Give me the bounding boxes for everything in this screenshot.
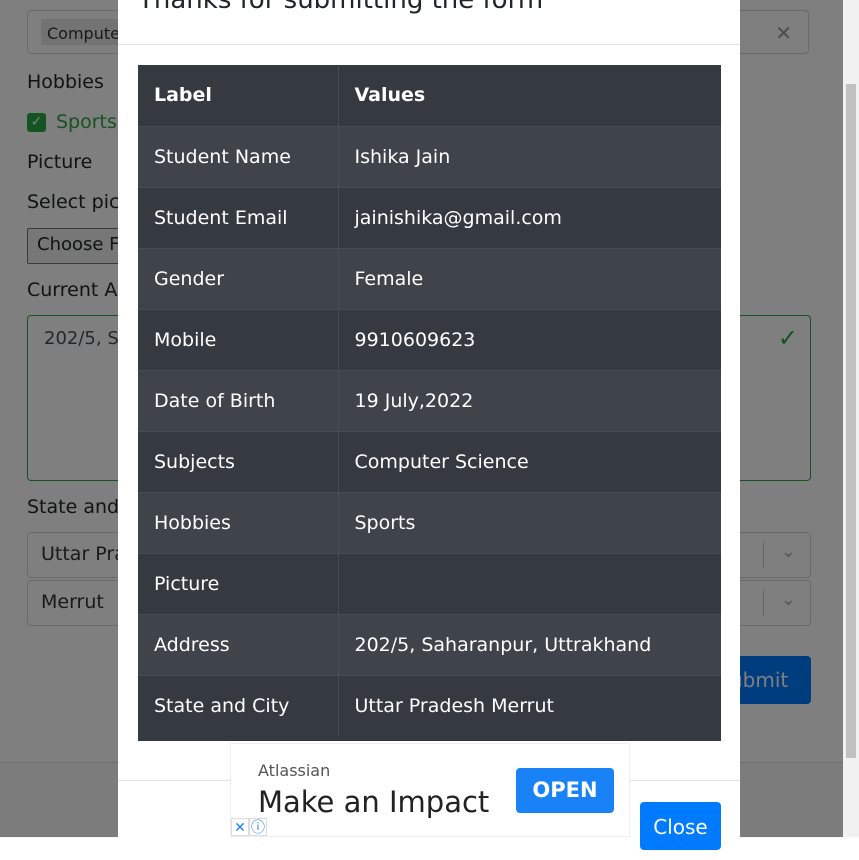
modal-title: Thanks for submitting the form [138,0,544,15]
results-table-container[interactable]: Label Values Student Name Ishika Jain St… [138,65,721,741]
row-label: Picture [138,552,339,614]
row-label: Student Name [138,125,339,187]
row-label: State and City [138,674,339,736]
header-label: Label [138,65,339,126]
table-row: Student Email jainishika@gmail.com [138,186,721,248]
modal-header-divider [118,44,740,45]
close-button[interactable]: Close [640,802,721,850]
row-label: Gender [138,247,339,309]
row-label: Address [138,613,339,675]
row-value: 202/5, Saharanpur, Uttrakhand [338,613,721,675]
row-value [338,552,721,614]
page-scrollbar[interactable] [843,0,859,837]
table-row: Hobbies Sports [138,491,721,553]
scrollbar-thumb[interactable] [846,84,856,758]
ad-banner[interactable]: Atlassian Make an Impact OPEN ✕ ⓘ [230,743,630,837]
ad-close-icon[interactable]: ✕ [231,818,249,836]
table-row: State and City Uttar Pradesh Merrut [138,674,721,736]
row-label: Date of Birth [138,369,339,431]
table-row: Address 202/5, Saharanpur, Uttrakhand [138,613,721,675]
table-row: Mobile 9910609623 [138,308,721,370]
row-value: jainishika@gmail.com [338,186,721,248]
row-label: Hobbies [138,491,339,553]
table-row: Subjects Computer Science [138,430,721,492]
ad-info-icon[interactable]: ⓘ [249,818,267,836]
table-header-row: Label Values [138,65,721,126]
ad-controls: ✕ ⓘ [231,818,267,838]
row-label: Subjects [138,430,339,492]
row-value: Ishika Jain [338,125,721,187]
ad-brand: Atlassian [258,761,331,780]
table-row: Picture [138,552,721,614]
row-label: Student Email [138,186,339,248]
row-value: Sports [338,491,721,553]
row-value: Computer Science [338,430,721,492]
ad-headline: Make an Impact [258,785,490,819]
results-table: Label Values Student Name Ishika Jain St… [138,65,721,736]
submission-modal: Thanks for submitting the form Label Val… [118,0,740,860]
row-value: Female [338,247,721,309]
table-row: Gender Female [138,247,721,309]
table-row: Date of Birth 19 July,2022 [138,369,721,431]
row-label: Mobile [138,308,339,370]
table-row: Student Name Ishika Jain [138,125,721,187]
row-value: 9910609623 [338,308,721,370]
row-value: Uttar Pradesh Merrut [338,674,721,736]
ad-open-button[interactable]: OPEN [516,768,614,813]
row-value: 19 July,2022 [338,369,721,431]
header-values: Values [338,65,721,126]
